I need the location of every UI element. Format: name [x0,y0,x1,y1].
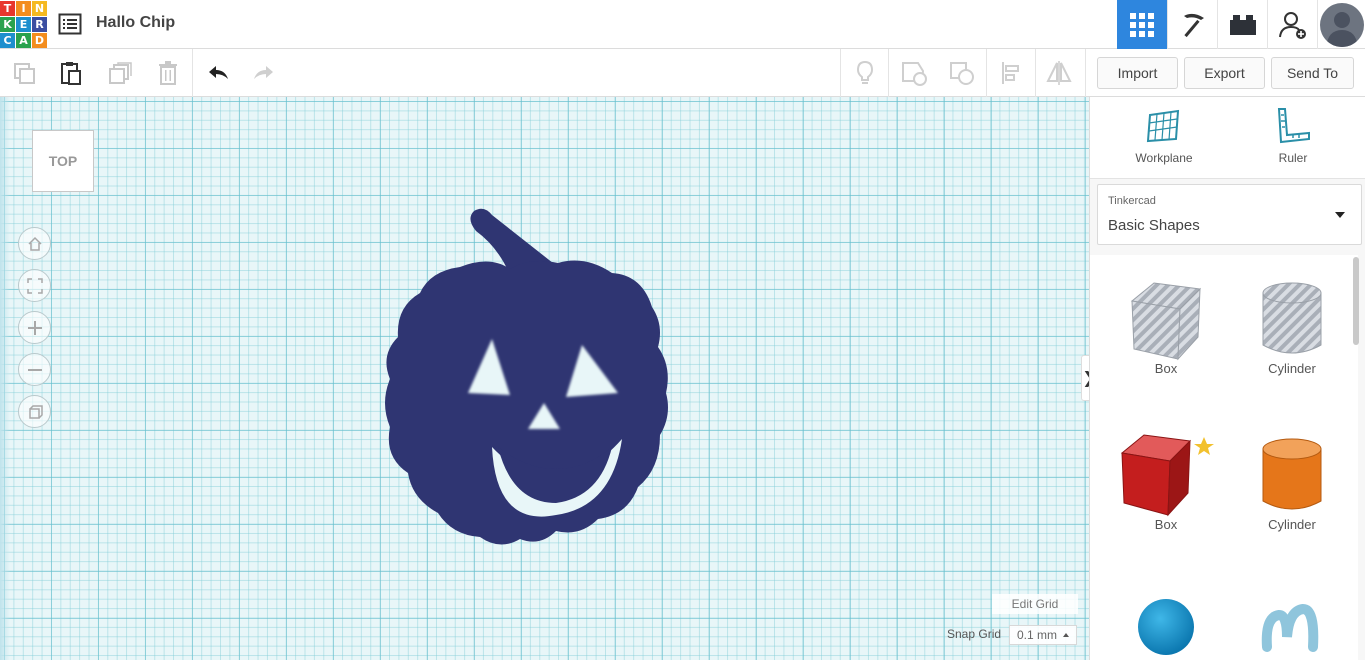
brick-icon[interactable] [1217,0,1267,49]
trash-icon[interactable] [152,57,184,89]
shapes-panel: Workplane Ruler Tinkercad Basic Shapes B… [1089,97,1365,660]
hole-shape-icon[interactable] [946,57,978,89]
grid-icon[interactable] [1117,0,1167,49]
undo-icon[interactable] [202,57,234,89]
shape-label: Box [1154,517,1178,532]
workplane-canvas[interactable]: TOP Edit Grid Snap Grid 0.1 mm [0,97,1089,660]
mirror-icon[interactable] [1043,57,1075,89]
shape-box[interactable]: Box [1106,431,1226,532]
shapes-grid: Box Cylinder Box Cylinder [1090,255,1358,660]
library-name: Basic Shapes [1108,217,1200,234]
ruler-icon [1277,108,1310,144]
shape-sphere[interactable] [1106,597,1226,660]
cylinder-hole-icon [1262,282,1322,354]
logo-letter: T [0,1,15,16]
library-source: Tinkercad [1108,195,1156,207]
canvas-edge-shade [0,97,10,660]
shape-scribble[interactable] [1232,597,1352,660]
snap-grid-value: 0.1 mm [1016,628,1057,642]
box-icon [1120,434,1214,517]
logo-letter: A [16,33,31,48]
top-bar: T I N K E R C A D Hallo Chip [0,0,1365,49]
paste-icon[interactable] [55,57,87,89]
logo-letter: R [32,17,47,32]
shape-label: Box [1154,361,1178,376]
pickaxe-icon[interactable] [1167,0,1217,49]
shape-label: Cylinder [1268,517,1316,532]
logo-letter: C [0,33,15,48]
align-icon[interactable] [996,57,1028,89]
toolbar-divider [986,49,987,97]
scribble-icon [1261,603,1319,652]
star-icon [1194,437,1214,455]
shape-cylinder[interactable]: Cylinder [1232,435,1352,532]
ruler-label: Ruler [1278,151,1308,165]
redo-icon[interactable] [248,57,280,89]
add-user-icon[interactable] [1267,0,1317,49]
shape-box-hole[interactable]: Box [1106,279,1226,376]
view-cube[interactable]: TOP [32,130,94,192]
snap-grid-select[interactable]: 0.1 mm [1009,625,1077,645]
workplane-icon [1146,109,1180,143]
toolbar-divider [888,49,889,97]
logo-letter: N [32,1,47,16]
export-button[interactable]: Export [1184,57,1265,89]
toolbar-divider [192,49,193,97]
zoom-out-icon[interactable] [18,353,51,386]
workplane-label: Workplane [1135,151,1193,165]
solid-shape-icon[interactable] [898,57,930,89]
copy-icon[interactable] [8,57,40,89]
chevron-down-icon [1335,212,1345,218]
panel-tools: Workplane Ruler [1090,97,1365,179]
logo-letter: K [0,17,15,32]
toolbar: Import Export Send To [0,49,1365,97]
workplane-tool[interactable]: Workplane [1109,107,1219,165]
panel-scrollbar[interactable] [1353,257,1359,345]
lightbulb-icon[interactable] [849,57,881,89]
design-menu-icon[interactable] [58,12,82,36]
import-button[interactable]: Import [1097,57,1178,89]
ruler-tool[interactable]: Ruler [1238,107,1348,165]
shape-library-select[interactable]: Tinkercad Basic Shapes [1097,184,1362,245]
pumpkin-shape[interactable] [380,207,710,552]
box-hole-icon [1130,282,1202,361]
logo-letter: D [32,33,47,48]
toolbar-divider [1035,49,1036,97]
logo-letter: I [16,1,31,16]
fit-view-icon[interactable] [18,269,51,302]
home-view-icon[interactable] [18,227,51,260]
send-to-button[interactable]: Send To [1271,57,1354,89]
duplicate-icon[interactable] [104,57,136,89]
perspective-icon[interactable] [18,395,51,428]
toolbar-divider [840,49,841,97]
caret-up-icon [1063,633,1069,637]
avatar[interactable] [1317,0,1365,49]
cylinder-icon [1262,438,1322,510]
sphere-icon [1138,599,1194,655]
project-title[interactable]: Hallo Chip [96,14,175,32]
tinkercad-logo[interactable]: T I N K E R C A D [0,1,47,48]
logo-letter: E [16,17,31,32]
snap-grid-label: Snap Grid [947,627,1002,641]
shape-cylinder-hole[interactable]: Cylinder [1232,279,1352,376]
toolbar-divider [1085,49,1086,97]
edit-grid-button[interactable]: Edit Grid [992,594,1078,614]
zoom-in-icon[interactable] [18,311,51,344]
shape-label: Cylinder [1268,361,1316,376]
